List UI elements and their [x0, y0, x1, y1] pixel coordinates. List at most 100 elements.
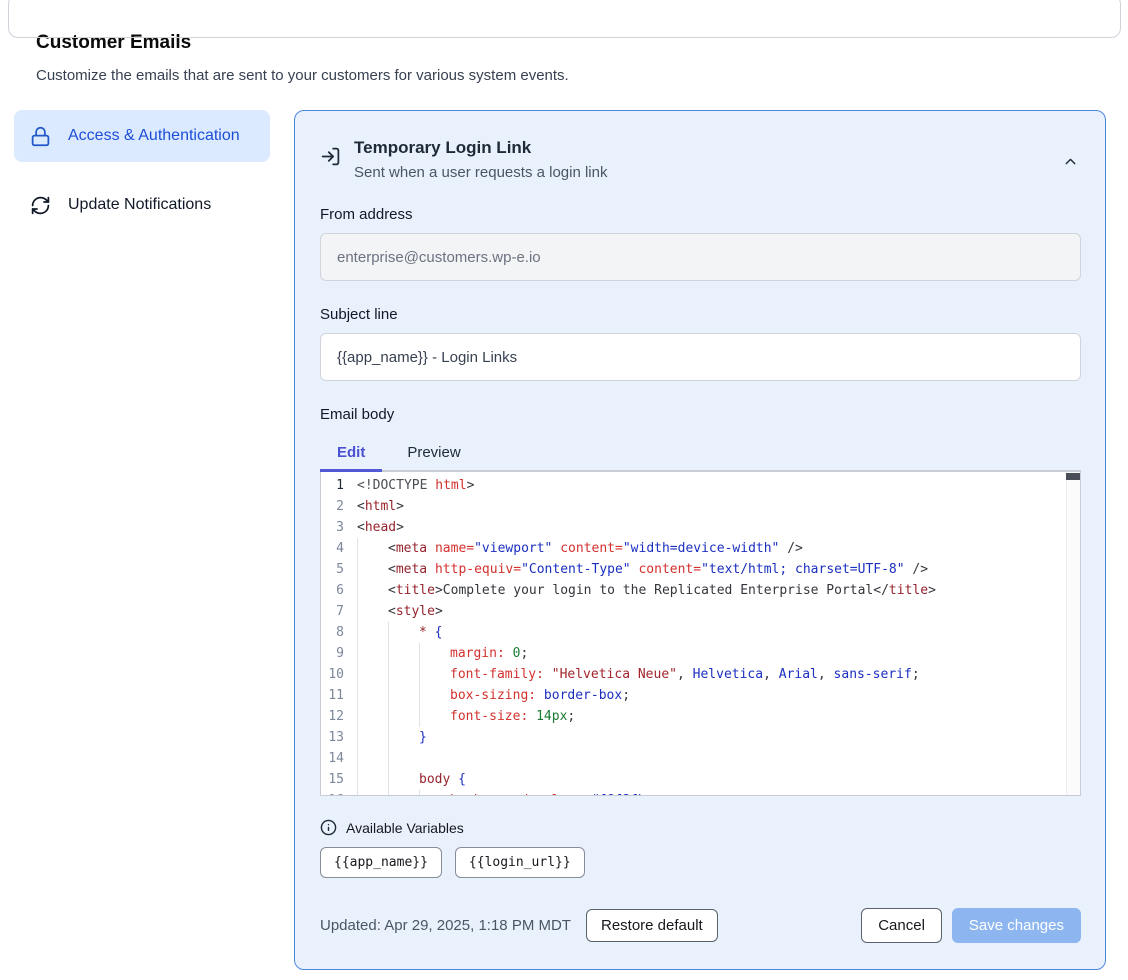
- indent-guide: [357, 538, 388, 559]
- indent-guide: [357, 769, 388, 790]
- line-number: 13: [321, 727, 357, 748]
- panel-header-text: Temporary Login Link Sent when a user re…: [354, 137, 607, 181]
- code-line[interactable]: 1<!DOCTYPE html>: [321, 475, 1080, 496]
- panel-header: Temporary Login Link Sent when a user re…: [320, 137, 1081, 181]
- code-line[interactable]: 15body {: [321, 769, 1080, 790]
- code-line[interactable]: 3<head>: [321, 517, 1080, 538]
- refresh-icon: [30, 195, 51, 216]
- indent-guide: [357, 559, 388, 580]
- line-number: 12: [321, 706, 357, 727]
- panel-subtitle: Sent when a user requests a login link: [354, 164, 607, 181]
- chevron-up-icon: [1062, 153, 1079, 170]
- email-body-tabs: Edit Preview: [320, 435, 1081, 472]
- tab-edit[interactable]: Edit: [320, 435, 382, 472]
- code-line[interactable]: 12font-size: 14px;: [321, 706, 1080, 727]
- line-number: 7: [321, 601, 357, 622]
- sidebar-item-label: Update Notifications: [68, 193, 211, 217]
- indent-guide: [388, 790, 419, 796]
- indent-guide: [388, 769, 419, 790]
- restore-default-button[interactable]: Restore default: [586, 909, 718, 942]
- indent-guide: [357, 748, 388, 769]
- sidebar-item-access-authentication[interactable]: Access & Authentication: [14, 110, 270, 162]
- available-variables-header: Available Variables: [320, 819, 1081, 836]
- indent-guide: [419, 643, 450, 664]
- line-number: 16: [321, 790, 357, 796]
- line-number: 1: [321, 475, 357, 496]
- line-number: 4: [321, 538, 357, 559]
- indent-guide: [388, 643, 419, 664]
- line-number: 15: [321, 769, 357, 790]
- indent-guide: [357, 622, 388, 643]
- cancel-button[interactable]: Cancel: [861, 908, 942, 943]
- code-line[interactable]: 10font-family: "Helvetica Neue", Helveti…: [321, 664, 1080, 685]
- line-number: 3: [321, 517, 357, 538]
- page-subtitle: Customize the emails that are sent to yo…: [36, 67, 1092, 84]
- code-line[interactable]: 13}: [321, 727, 1080, 748]
- sidebar-item-update-notifications[interactable]: Update Notifications: [14, 180, 270, 230]
- indent-guide: [388, 727, 419, 748]
- indent-guide: [388, 664, 419, 685]
- indent-guide: [357, 685, 388, 706]
- tab-preview[interactable]: Preview: [390, 435, 477, 472]
- save-changes-button[interactable]: Save changes: [952, 908, 1081, 943]
- previous-card-bottom-edge: [8, 0, 1121, 38]
- indent-guide: [357, 790, 388, 796]
- indent-guide: [419, 790, 450, 796]
- content-row: Access & Authentication Update Notificat…: [14, 110, 1106, 970]
- indent-guide: [357, 706, 388, 727]
- line-number: 6: [321, 580, 357, 601]
- variable-chip-login-url[interactable]: {{login_url}}: [455, 847, 585, 878]
- from-address-label: From address: [320, 206, 1081, 223]
- sidebar: Access & Authentication Update Notificat…: [14, 110, 270, 230]
- code-line[interactable]: 11box-sizing: border-box;: [321, 685, 1080, 706]
- updated-timestamp: Updated: Apr 29, 2025, 1:18 PM MDT: [320, 917, 571, 934]
- indent-guide: [388, 685, 419, 706]
- code-lines: 1<!DOCTYPE html>2<html>3<head>4<meta nam…: [321, 475, 1080, 796]
- code-line[interactable]: 4<meta name="viewport" content="width=de…: [321, 538, 1080, 559]
- line-number: 14: [321, 748, 357, 769]
- code-line[interactable]: 2<html>: [321, 496, 1080, 517]
- code-line[interactable]: 9margin: 0;: [321, 643, 1080, 664]
- line-number: 10: [321, 664, 357, 685]
- email-body-label: Email body: [320, 406, 1081, 423]
- line-number: 2: [321, 496, 357, 517]
- indent-guide: [357, 664, 388, 685]
- variable-chips: {{app_name}} {{login_url}}: [320, 847, 1081, 878]
- line-number: 8: [321, 622, 357, 643]
- line-number: 9: [321, 643, 357, 664]
- indent-guide: [388, 622, 419, 643]
- code-line[interactable]: 14: [321, 748, 1080, 769]
- editor-scrollbar-thumb[interactable]: [1066, 473, 1080, 480]
- panel-title: Temporary Login Link: [354, 138, 607, 158]
- subject-line-input[interactable]: [320, 333, 1081, 381]
- code-line[interactable]: 5<meta http-equiv="Content-Type" content…: [321, 559, 1080, 580]
- lock-icon: [30, 126, 51, 147]
- available-variables-label: Available Variables: [346, 820, 464, 836]
- indent-guide: [419, 664, 450, 685]
- line-number: 11: [321, 685, 357, 706]
- temporary-login-link-panel: Temporary Login Link Sent when a user re…: [294, 110, 1106, 970]
- info-icon: [320, 819, 337, 836]
- panel-footer: Updated: Apr 29, 2025, 1:18 PM MDT Resto…: [320, 908, 1081, 943]
- code-line[interactable]: 16background-color: #f6f8fb;: [321, 790, 1080, 796]
- indent-guide: [419, 706, 450, 727]
- code-editor[interactable]: 1<!DOCTYPE html>2<html>3<head>4<meta nam…: [320, 470, 1081, 796]
- from-address-input[interactable]: [320, 233, 1081, 281]
- collapse-panel-button[interactable]: [1062, 153, 1079, 170]
- code-line[interactable]: 8* {: [321, 622, 1080, 643]
- indent-guide: [419, 685, 450, 706]
- indent-guide: [388, 706, 419, 727]
- subject-line-label: Subject line: [320, 306, 1081, 323]
- indent-guide: [357, 580, 388, 601]
- indent-guide: [357, 601, 388, 622]
- variable-chip-app-name[interactable]: {{app_name}}: [320, 847, 442, 878]
- sidebar-item-label: Access & Authentication: [68, 124, 240, 148]
- line-number: 5: [321, 559, 357, 580]
- code-line[interactable]: 6<title>Complete your login to the Repli…: [321, 580, 1080, 601]
- page-header: Customer Emails Customize the emails tha…: [36, 32, 1092, 84]
- indent-guide: [357, 643, 388, 664]
- editor-scrollbar-track[interactable]: [1066, 472, 1080, 795]
- indent-guide: [388, 748, 419, 769]
- code-line[interactable]: 7<style>: [321, 601, 1080, 622]
- indent-guide: [357, 727, 388, 748]
